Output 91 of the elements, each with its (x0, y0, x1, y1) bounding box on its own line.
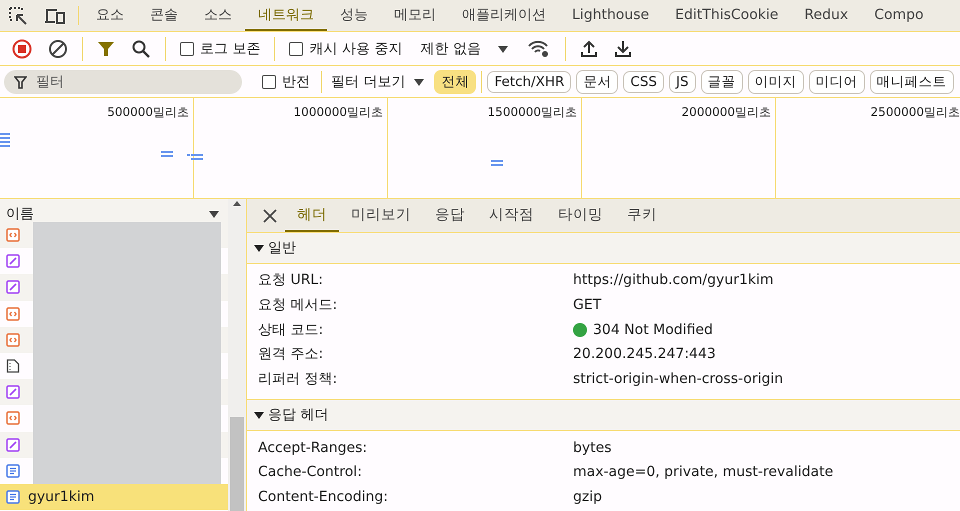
header-name: 상태 코드: (258, 320, 324, 339)
header-name: 원격 주소: (258, 345, 324, 364)
timeline-tick-label: 1500000밀리초 (488, 104, 577, 121)
header-name: 요청 URL: (258, 271, 324, 290)
timeline-tick-label: 2500000밀리초 (870, 104, 960, 121)
filter-input[interactable]: 필터 (4, 70, 242, 94)
detail-tab[interactable]: 쿠키 (615, 199, 669, 232)
column-header[interactable]: 이름 (6, 205, 34, 223)
document-icon (6, 490, 20, 504)
file-icon (6, 359, 20, 374)
header-value: bytes (573, 440, 612, 456)
timeline-tick-label: 2000000밀리초 (682, 104, 771, 121)
scrollbar-thumb[interactable] (230, 417, 244, 511)
caret-icon (496, 44, 509, 54)
header-value: 20.200.245.247:443 (573, 346, 716, 362)
preserve-log-label: 로그 보존 (200, 40, 260, 58)
detail-tab[interactable]: 시작점 (477, 199, 546, 232)
checkbox[interactable] (180, 42, 194, 56)
detail-tab[interactable]: 미리보기 (339, 199, 423, 232)
panel-tab[interactable]: 콘솔 (137, 0, 191, 31)
script-file-icon (6, 228, 20, 242)
search-icon[interactable] (131, 38, 151, 58)
header-value: 304 Not Modified (593, 322, 713, 338)
request-bars-drawing (0, 133, 10, 147)
more-filters-dropdown[interactable]: 필터 더보기 (327, 72, 430, 90)
panel-tab[interactable]: Compo (861, 0, 937, 31)
filter-chip[interactable]: 글꼴 (700, 70, 743, 94)
inspect-icon[interactable] (8, 6, 28, 26)
timeline-tick-label: 500000밀리초 (107, 104, 189, 121)
filter-chip[interactable]: 이미지 (748, 70, 804, 94)
detail-tab[interactable]: 타이밍 (546, 199, 615, 232)
panel-tab[interactable]: EditThisCookie (662, 0, 792, 31)
filter-chip[interactable]: 미디어 (808, 70, 865, 94)
section-header[interactable]: 응답 헤더 (247, 400, 960, 432)
header-name: Content-Encoding: (258, 489, 389, 506)
panel-tab[interactable]: 애플리케이션 (449, 0, 559, 31)
panel-tab[interactable]: 소스 (191, 0, 245, 31)
status-dot-icon (573, 322, 587, 337)
filter-chip[interactable]: CSS (623, 70, 664, 92)
checkbox[interactable] (262, 74, 276, 88)
header-name: 리퍼러 정책: (258, 370, 338, 388)
filter-icon (14, 76, 27, 88)
section-title: 응답 헤더 (268, 406, 328, 424)
panel-tab[interactable]: 성능 (327, 0, 381, 31)
request-row[interactable]: gyur1kim (0, 484, 228, 510)
scrollbar[interactable] (228, 199, 246, 511)
request-name: gyur1kim (28, 488, 94, 505)
clear-icon[interactable] (48, 38, 68, 58)
filter-chip[interactable]: 전체 (434, 70, 476, 94)
script-file-icon (6, 411, 20, 426)
panel-tab[interactable]: 메모리 (381, 0, 449, 31)
download-icon[interactable] (614, 40, 632, 58)
header-name: Cache-Control: (258, 464, 363, 480)
invert-label: 반전 (282, 72, 310, 90)
filter-chip[interactable]: Fetch/XHR (487, 70, 572, 92)
request-bars-drawing (161, 151, 203, 160)
header-value: https://github.com/gyur1kim (573, 272, 774, 288)
script-file-icon (6, 306, 20, 321)
section-header[interactable]: 일반 (247, 233, 960, 264)
filter-chip[interactable]: 매니페스트 (870, 70, 954, 94)
filter-chip[interactable]: JS (668, 70, 696, 92)
throttling-dropdown[interactable]: 제한 없음 (412, 40, 517, 58)
network-conditions-icon[interactable] (526, 38, 551, 58)
caret-icon (413, 76, 426, 86)
filter-icon[interactable] (97, 40, 115, 58)
close-icon[interactable] (263, 208, 277, 222)
header-name: 요청 메서드: (258, 296, 338, 314)
detail-tab[interactable]: 응답 (423, 199, 477, 232)
request-bar-icon (491, 160, 503, 166)
stylesheet-file-icon (6, 385, 20, 400)
panel-tab[interactable]: 요소 (83, 0, 137, 31)
sort-caret-icon[interactable] (208, 209, 220, 219)
panel-tab[interactable]: Lighthouse (559, 0, 662, 31)
header-name: Accept-Ranges: (258, 440, 368, 456)
header-value: strict-origin-when-cross-origin (573, 371, 784, 388)
header-value: gzip (573, 489, 602, 506)
header-value: max-age=0, private, must-revalidate (573, 464, 834, 480)
upload-icon[interactable] (580, 40, 598, 58)
panel-tab[interactable]: Redux (791, 0, 862, 31)
header-value: GET (573, 297, 602, 314)
disable-cache-label: 캐시 사용 중지 (309, 40, 402, 58)
stylesheet-file-icon (6, 280, 20, 294)
checkbox[interactable] (289, 42, 304, 56)
stylesheet-file-icon (6, 438, 20, 452)
document-icon (6, 464, 20, 478)
timeline-tick-label: 1000000밀리초 (294, 104, 383, 121)
section-title: 일반 (268, 239, 296, 257)
stop-recording-icon[interactable] (12, 38, 32, 58)
filter-chip[interactable]: 문서 (576, 70, 618, 94)
stylesheet-file-icon (6, 254, 20, 268)
script-file-icon (6, 332, 20, 347)
